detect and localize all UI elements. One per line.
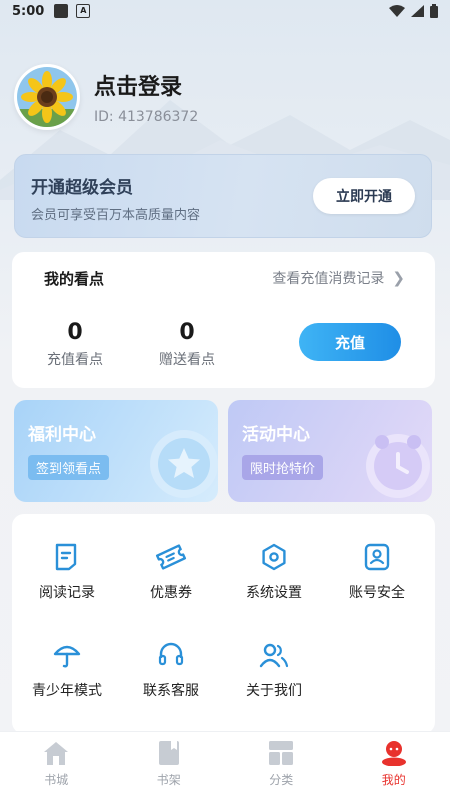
system-settings-item[interactable]: 系统设置 bbox=[224, 542, 324, 602]
open-vip-button[interactable]: 立即开通 bbox=[313, 178, 415, 214]
profile-icon bbox=[381, 741, 406, 766]
customer-service-label: 联系客服 bbox=[143, 683, 199, 699]
signal-icon bbox=[411, 5, 424, 17]
teen-mode-item[interactable]: 青少年模式 bbox=[17, 640, 117, 700]
status-time: 5:00 bbox=[12, 3, 45, 19]
recharge-history-link[interactable]: 查看充值消费记录 ❯ bbox=[272, 268, 405, 288]
category-grid-icon bbox=[269, 741, 294, 765]
points-title: 我的看点 bbox=[44, 270, 105, 288]
reading-history-label: 阅读记录 bbox=[39, 585, 95, 601]
reading-history-item[interactable]: 阅读记录 bbox=[17, 542, 117, 602]
recharge-points-value: 0 bbox=[67, 320, 83, 345]
activity-center-card[interactable]: 活动中心 限时抢特价 bbox=[228, 400, 432, 502]
nav-category-label: 分类 bbox=[269, 773, 294, 787]
gift-points-label: 赠送看点 bbox=[159, 352, 215, 368]
nav-bookshelf[interactable]: 书架 bbox=[113, 732, 226, 800]
activity-title: 活动中心 bbox=[242, 425, 310, 445]
notification-letter-icon: A bbox=[76, 4, 91, 18]
avatar[interactable] bbox=[14, 64, 80, 130]
reading-history-icon bbox=[55, 543, 77, 571]
users-icon bbox=[259, 643, 289, 668]
headset-icon bbox=[158, 642, 184, 666]
system-settings-label: 系统设置 bbox=[246, 585, 302, 601]
nav-bookstore[interactable]: 书城 bbox=[0, 732, 113, 800]
settings-icon bbox=[262, 543, 286, 571]
coupons-label: 优惠券 bbox=[150, 585, 192, 601]
nav-mine-label: 我的 bbox=[381, 773, 406, 787]
recharge-button[interactable]: 充值 bbox=[299, 323, 401, 361]
recharge-history-label: 查看充值消费记录 bbox=[272, 271, 385, 287]
account-security-item[interactable]: 账号安全 bbox=[327, 542, 427, 602]
about-us-label: 关于我们 bbox=[246, 683, 302, 699]
home-icon bbox=[44, 742, 69, 765]
recharge-points-label: 充值看点 bbox=[47, 352, 103, 368]
nav-mine[interactable]: 我的 bbox=[338, 732, 450, 800]
bottom-nav: 书城 书架 分类 我的 bbox=[0, 731, 450, 800]
vip-banner[interactable]: 开通超级会员 会员可享受百万本高质量内容 立即开通 bbox=[14, 154, 432, 238]
ticket-icon bbox=[155, 544, 187, 570]
umbrella-icon bbox=[53, 645, 81, 668]
account-security-label: 账号安全 bbox=[349, 585, 405, 601]
points-card: 我的看点 查看充值消费记录 ❯ 0 充值看点 0 赠送看点 充值 bbox=[12, 252, 435, 388]
gift-points-value: 0 bbox=[179, 320, 195, 345]
welfare-title: 福利中心 bbox=[28, 425, 96, 445]
welfare-tag: 签到领看点 bbox=[28, 455, 110, 480]
gift-points-stat: 0 赠送看点 bbox=[147, 320, 227, 369]
nav-bookstore-label: 书城 bbox=[44, 773, 69, 787]
menu-grid: 阅读记录 优惠券 系统设置 账号安全 青少年模式 联系客服 关于我们 bbox=[12, 514, 435, 734]
about-us-item[interactable]: 关于我们 bbox=[224, 640, 324, 700]
recharge-points-stat: 0 充值看点 bbox=[35, 320, 115, 369]
profile-header[interactable]: 点击登录 ID: 413786372 bbox=[14, 64, 198, 130]
wifi-icon bbox=[389, 5, 405, 17]
notification-icon bbox=[54, 4, 69, 18]
chevron-right-icon: ❯ bbox=[392, 269, 405, 287]
book-icon bbox=[158, 741, 179, 765]
nav-category[interactable]: 分类 bbox=[225, 732, 338, 800]
activity-tag: 限时抢特价 bbox=[242, 455, 324, 480]
user-id: ID: 413786372 bbox=[94, 109, 199, 125]
teen-mode-label: 青少年模式 bbox=[32, 683, 102, 699]
login-title[interactable]: 点击登录 bbox=[94, 69, 198, 101]
account-security-icon bbox=[364, 543, 390, 571]
customer-service-item[interactable]: 联系客服 bbox=[121, 640, 221, 700]
coupons-item[interactable]: 优惠券 bbox=[121, 542, 221, 602]
status-bar: 5:00 A bbox=[0, 0, 450, 22]
sunflower-avatar-icon bbox=[17, 67, 77, 127]
battery-icon bbox=[430, 4, 438, 18]
welfare-center-card[interactable]: 福利中心 签到领看点 bbox=[14, 400, 218, 502]
nav-bookshelf-label: 书架 bbox=[156, 773, 181, 787]
